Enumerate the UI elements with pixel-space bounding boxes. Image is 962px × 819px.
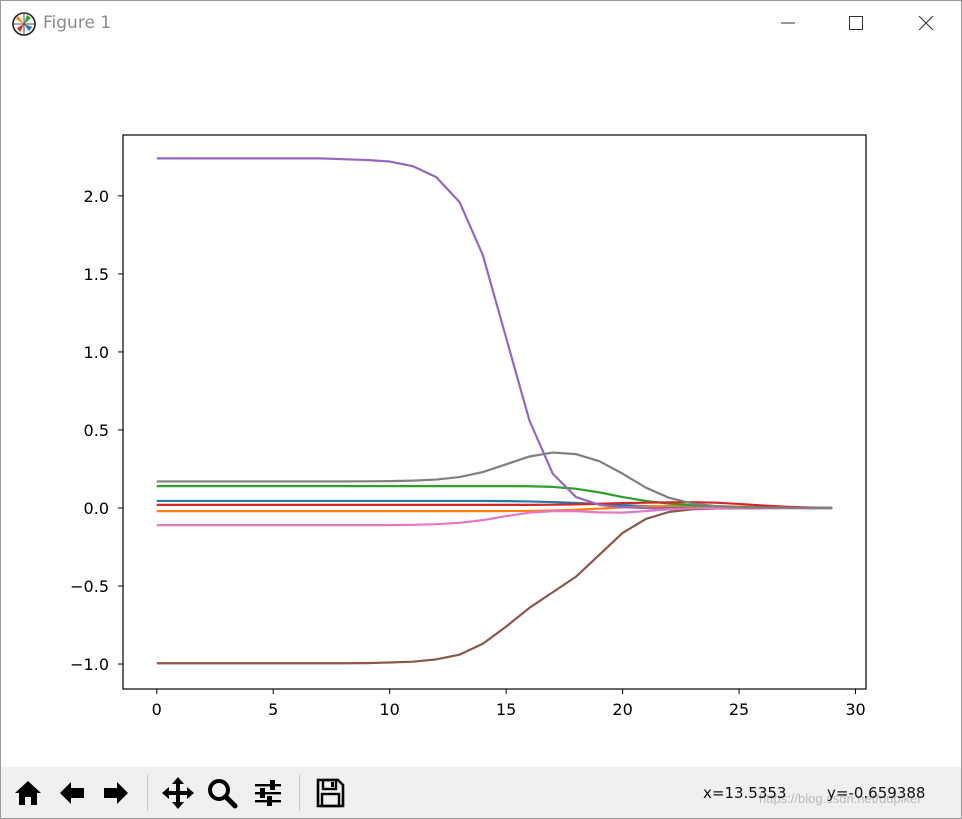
x-tick-label: 20 [612, 700, 632, 719]
home-button[interactable] [9, 773, 47, 813]
x-tick-label: 15 [496, 700, 516, 719]
home-icon [15, 781, 41, 805]
maximize-icon[interactable] [842, 9, 870, 37]
pan-button[interactable] [159, 773, 197, 813]
navigation-toolbar: https://blog.csdn.net/dupiker x=13.5353 … [1, 767, 961, 818]
floppy-disk-icon [316, 778, 345, 808]
line-chart[interactable]: 0 5 10 15 20 25 30 2.0 1.5 1.0 0.5 0.0 −0.5 −1.0 [1, 47, 961, 767]
cursor-y-readout: y=-0.659388 [827, 784, 926, 802]
zoom-button[interactable] [203, 773, 241, 813]
y-tick-label: 0.5 [84, 421, 109, 440]
toolbar-separator [147, 775, 148, 811]
title-bar[interactable]: Figure 1 [1, 1, 961, 47]
window-title: Figure 1 [43, 13, 112, 33]
y-tick-label: −0.5 [70, 577, 109, 596]
series-line-4 [156, 157, 833, 510]
move-icon [162, 777, 194, 809]
y-tick-label: 0.0 [84, 499, 109, 518]
y-tick-label: −1.0 [70, 655, 109, 674]
back-button[interactable] [53, 773, 91, 813]
cursor-x-readout: x=13.5353 [703, 784, 787, 802]
x-tick-label: 10 [380, 700, 400, 719]
series-line-7 [156, 451, 833, 510]
sliders-icon [255, 780, 281, 806]
figure-window: Figure 1 0 5 10 15 20 25 30 2.0 1.5 1.0 0.5 0.0 −0.5… [0, 0, 962, 819]
forward-button[interactable] [97, 773, 135, 813]
y-tick-label: 2.0 [84, 187, 109, 206]
arrow-right-icon [104, 782, 128, 804]
arrow-left-icon [60, 782, 84, 804]
figure-canvas[interactable]: 0 5 10 15 20 25 30 2.0 1.5 1.0 0.5 0.0 −0.5 −1.0 [1, 47, 961, 767]
y-tick-label: 1.5 [84, 265, 109, 284]
configure-subplots-button[interactable] [249, 773, 287, 813]
magnifier-icon [208, 779, 238, 809]
x-tick-label: 5 [268, 700, 278, 719]
close-icon[interactable] [912, 9, 940, 37]
y-tick-label: 1.0 [84, 343, 109, 362]
toolbar-separator [299, 775, 300, 811]
matplotlib-logo-icon [12, 12, 36, 36]
x-tick-label: 25 [729, 700, 749, 719]
series-line-5 [156, 506, 833, 665]
x-tick-label: 0 [152, 700, 162, 719]
save-button[interactable] [311, 773, 349, 813]
x-tick-label: 30 [845, 700, 865, 719]
minimize-icon[interactable] [774, 9, 802, 37]
plot-frame [122, 134, 867, 690]
